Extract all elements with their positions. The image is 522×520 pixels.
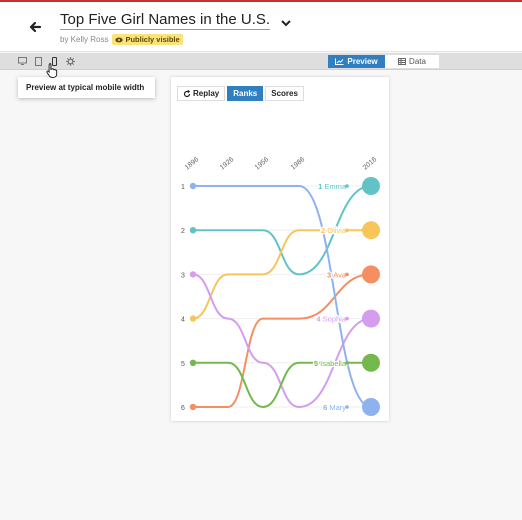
arrow-left-icon: [29, 21, 42, 33]
eye-icon: [115, 37, 124, 42]
series-line-isabella: [193, 361, 371, 409]
label-dot-olivia: [345, 228, 349, 232]
series-label-olivia: 2 Olivia: [321, 226, 347, 235]
table-icon: [398, 58, 407, 65]
chevron-down-icon[interactable]: [280, 14, 291, 32]
end-point-olivia: [362, 221, 380, 240]
desktop-icon[interactable]: [18, 56, 27, 66]
label-dot-ava: [345, 272, 349, 277]
start-point-emma: [189, 227, 197, 234]
settings-icon[interactable]: [66, 56, 75, 66]
series-label-ava: 3 Ava: [327, 270, 347, 279]
series-label-mary: 6 Mary: [323, 403, 346, 412]
back-button[interactable]: [24, 16, 46, 38]
start-point-mary: [189, 182, 197, 190]
tab-preview[interactable]: Preview: [328, 55, 385, 68]
start-point-olivia: [189, 315, 197, 322]
label-dot-isabella: [345, 361, 349, 365]
x-tick-label: 1956: [254, 156, 271, 171]
badge-label: Publicly visible: [125, 35, 180, 44]
tab-data[interactable]: Data: [385, 55, 439, 68]
y-tick-label: 3: [181, 272, 185, 279]
series-line-mary: [193, 185, 372, 408]
chart-icon: [335, 58, 344, 65]
series-line-sophia: [192, 273, 372, 409]
x-tick-label: 1896: [184, 156, 201, 171]
series-name: Isabella: [320, 359, 347, 368]
preview-toolbar: Preview Data: [0, 53, 522, 70]
end-point-mary: [362, 398, 380, 416]
series-label-emma: 1 Emma: [318, 182, 347, 191]
page-title[interactable]: Top Five Girl Names in the U.S.: [60, 11, 271, 30]
label-dot-emma: [345, 184, 349, 188]
chart-card: Replay Ranks Scores 1 2 3 4 5 6 1896 1926 1956 19…: [171, 77, 389, 421]
series-name: Mary: [329, 403, 346, 412]
tab-data-label: Data: [409, 57, 426, 66]
series-name: Ava: [333, 270, 347, 279]
author-text: by Kelly Ross: [60, 35, 109, 44]
end-point-isabella: [362, 353, 380, 372]
y-tick-label: 4: [181, 317, 185, 324]
series-name: Olivia: [327, 226, 347, 235]
x-tick-label: 1986: [290, 156, 307, 171]
end-point-sophia: [362, 309, 380, 328]
header: Top Five Girl Names in the U.S. by Kelly…: [0, 2, 522, 52]
series-name: Emma: [324, 182, 346, 191]
end-point-ava: [362, 265, 380, 284]
series-label-sophia: 4 Sophia: [316, 315, 346, 324]
tooltip-text: Preview at typical mobile width: [26, 83, 145, 92]
start-point-isabella: [189, 359, 197, 366]
label-dot-sophia: [345, 316, 349, 321]
bump-chart: 1 2 3 4 5 6 1896 1926 1956 1986 2016 1 Emma 2 Olivia…: [181, 156, 380, 416]
series-label-isabella: 5 Isabella: [314, 359, 347, 368]
y-tick-label: 6: [181, 405, 185, 412]
hand-pointer-icon: [46, 63, 58, 78]
x-tick-label: 1926: [219, 156, 236, 171]
label-dot-mary: [345, 405, 349, 409]
title-area: Top Five Girl Names in the U.S. by Kelly…: [60, 11, 291, 45]
tooltip: Preview at typical mobile width: [18, 73, 155, 98]
x-tick-label: 2016: [362, 156, 379, 171]
start-point-ava: [189, 403, 197, 411]
byline: by Kelly Ross Publicly visible: [60, 34, 291, 45]
tab-preview-label: Preview: [347, 57, 378, 66]
start-point-sophia: [189, 271, 197, 278]
y-tick-label: 5: [181, 361, 185, 368]
visibility-badge[interactable]: Publicly visible: [112, 34, 183, 45]
end-point-emma: [362, 177, 380, 195]
tablet-icon[interactable]: [34, 56, 43, 66]
y-tick-label: 2: [181, 228, 185, 235]
series-name: Sophia: [323, 315, 347, 324]
y-tick-label: 1: [181, 184, 185, 191]
